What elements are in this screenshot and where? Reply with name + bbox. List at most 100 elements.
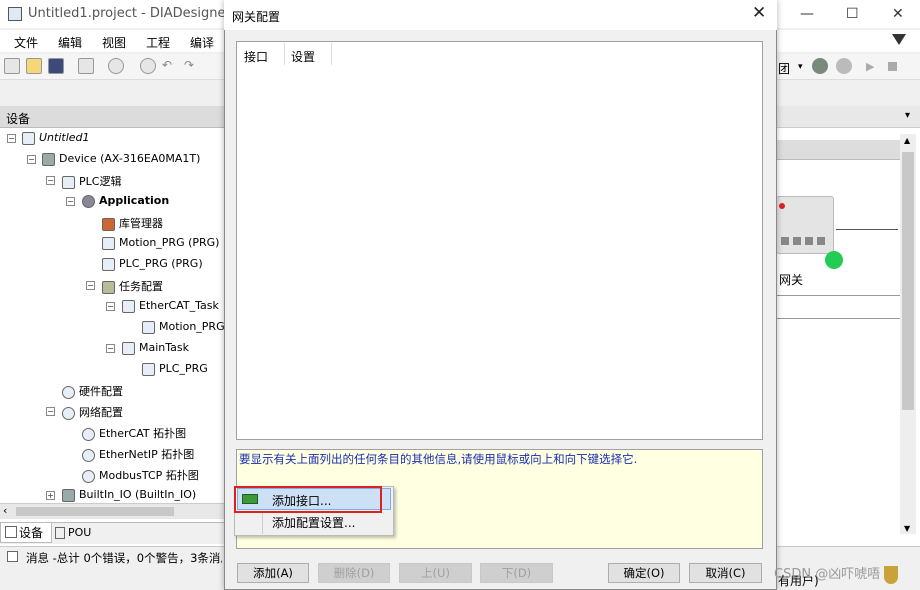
tree-item-ethernetip-topology[interactable]: EtherNetIP 拓扑图	[82, 446, 194, 462]
devices-panel-title: 设备	[6, 112, 31, 126]
tree-item-label: 任务配置	[119, 280, 163, 293]
tree-item-ethercat-topology[interactable]: EtherCAT 拓扑图	[82, 425, 186, 441]
expand-toggle[interactable]: −	[46, 407, 55, 416]
menu-project[interactable]: 工程	[146, 34, 170, 51]
redo-icon[interactable]: ↷	[184, 58, 200, 74]
run-icon[interactable]: ▶	[866, 60, 874, 73]
chevron-down-icon[interactable]: ▾	[905, 110, 910, 121]
interface-list[interactable]	[236, 41, 763, 440]
tree-item-label: PLC_PRG	[159, 362, 208, 375]
expand-toggle[interactable]: −	[86, 281, 95, 290]
tree-item-builtin-io[interactable]: BuiltIn_IO (BuiltIn_IO)	[62, 488, 196, 502]
ok-button[interactable]: 确定(O)	[608, 563, 680, 583]
messages-icon	[7, 551, 18, 562]
scrollbar-thumb[interactable]	[16, 507, 174, 516]
cancel-button[interactable]: 取消(C)	[689, 563, 762, 583]
context-item-add-config-setting[interactable]: 添加配置设置...	[272, 514, 355, 531]
scrollbar-thumb[interactable]	[902, 152, 914, 410]
info-text: 要显示有关上面列出的任何条目的其他信息,请使用鼠标或向上和向下键选择它.	[239, 452, 638, 466]
plc-logic-icon	[62, 175, 75, 189]
tree-item-task-config[interactable]: 任务配置	[102, 278, 163, 294]
expand-toggle[interactable]: −	[106, 344, 115, 353]
print-icon[interactable]	[78, 58, 94, 74]
expand-toggle[interactable]: −	[27, 155, 36, 164]
scroll-down-icon[interactable]: ▼	[904, 524, 910, 533]
minimize-icon[interactable]: —	[800, 6, 814, 22]
menu-edit[interactable]: 编辑	[58, 34, 82, 51]
tree-item-hardware-config[interactable]: 硬件配置	[62, 383, 123, 399]
menu-file[interactable]: 文件	[14, 34, 38, 51]
filter-icon[interactable]	[892, 34, 906, 45]
editor-area	[776, 106, 920, 546]
column-separator	[331, 43, 332, 65]
expand-toggle[interactable]: −	[7, 134, 16, 143]
tree-item-label: 网络配置	[79, 406, 123, 419]
highlight-box	[234, 486, 382, 513]
tree-item-plc-prg[interactable]: PLC_PRG (PRG)	[102, 257, 203, 271]
new-file-icon[interactable]	[4, 58, 20, 74]
scroll-left-icon[interactable]: ‹	[3, 504, 7, 517]
tree-item-label: MainTask	[139, 341, 189, 354]
tree-item-application[interactable]: Application	[82, 194, 169, 208]
tree-item-task-plc-prg[interactable]: PLC_PRG	[142, 362, 208, 376]
tree-item-task-motion-prg[interactable]: Motion_PRG	[142, 320, 225, 334]
watermark: CSDN @凶吓唬唔	[774, 567, 881, 582]
move-up-button[interactable]: 上(U)	[399, 563, 472, 583]
add-button[interactable]: 添加(A)	[237, 563, 309, 583]
delete-button[interactable]: 删除(D)	[318, 563, 390, 583]
online-status-dot	[825, 251, 843, 269]
undo-icon[interactable]: ↶	[162, 58, 178, 74]
expand-toggle[interactable]: −	[46, 176, 55, 185]
gateway-label: 网关	[779, 273, 804, 287]
open-folder-icon[interactable]	[26, 58, 42, 74]
back-icon[interactable]	[108, 58, 124, 74]
logout-icon[interactable]	[836, 58, 852, 74]
maximize-icon[interactable]: ☐	[846, 6, 859, 22]
tab-label: POU	[68, 526, 92, 539]
tree-item-motion-prg[interactable]: Motion_PRG (PRG)	[102, 236, 219, 250]
gear-icon	[82, 194, 95, 208]
tab-devices[interactable]: 设备	[0, 523, 52, 543]
tree-item-library-manager[interactable]: 库管理器	[102, 215, 163, 231]
device-port-row	[781, 237, 829, 245]
expand-toggle[interactable]: +	[46, 491, 55, 500]
expand-toggle[interactable]: −	[66, 197, 75, 206]
tab-pou[interactable]: POU	[55, 523, 91, 543]
tree-item-project[interactable]: Untitled1	[22, 131, 90, 145]
forward-icon[interactable]	[140, 58, 156, 74]
menu-build[interactable]: 编译	[190, 34, 214, 51]
status-text[interactable]: 消息 -总计 0个错误，0个警告，3条消息	[26, 550, 222, 566]
save-icon[interactable]	[48, 58, 64, 74]
app-icon	[8, 7, 22, 21]
tree-item-modbustcp-topology[interactable]: ModbusTCP 拓扑图	[82, 467, 199, 483]
task-icon	[122, 341, 135, 355]
login-icon[interactable]	[812, 58, 828, 74]
context-menu-separator	[262, 512, 263, 534]
task-icon	[122, 299, 135, 313]
column-header-settings[interactable]: 设置	[291, 48, 315, 65]
tree-item-plc-logic[interactable]: PLC逻辑	[62, 173, 121, 189]
gateway-device-icon[interactable]	[776, 196, 834, 254]
column-header-interface[interactable]: 接口	[244, 48, 268, 65]
tree-item-device[interactable]: Device (AX-316EA0MA1T)	[42, 152, 200, 166]
tree-item-label: EtherNetIP 拓扑图	[99, 448, 195, 461]
expand-toggle[interactable]: −	[106, 302, 115, 311]
editor-header	[776, 140, 900, 160]
move-down-button[interactable]: 下(D)	[480, 563, 553, 583]
dropdown-arrow-icon[interactable]: ▾	[798, 62, 803, 72]
menu-view[interactable]: 视图	[102, 34, 126, 51]
app-title: Untitled1.project - DIADesigner-A	[28, 6, 244, 21]
close-icon[interactable]: ✕	[892, 6, 904, 22]
tree-item-maintask[interactable]: MainTask	[122, 341, 189, 355]
io-module-icon	[62, 488, 75, 502]
tree-item-network-config[interactable]: 网络配置	[62, 404, 123, 420]
tree-item-ethercat-task[interactable]: EtherCAT_Task	[122, 299, 219, 313]
stop-icon[interactable]	[888, 62, 897, 71]
connection-line	[776, 295, 900, 296]
program-call-icon	[142, 320, 155, 334]
dialog-close-icon[interactable]: ✕	[752, 3, 766, 23]
scroll-up-icon[interactable]: ▲	[904, 136, 910, 145]
devices-tab-icon	[5, 526, 17, 538]
tree-item-label: 硬件配置	[79, 385, 123, 398]
tree-item-label: ModbusTCP 拓扑图	[99, 469, 199, 482]
